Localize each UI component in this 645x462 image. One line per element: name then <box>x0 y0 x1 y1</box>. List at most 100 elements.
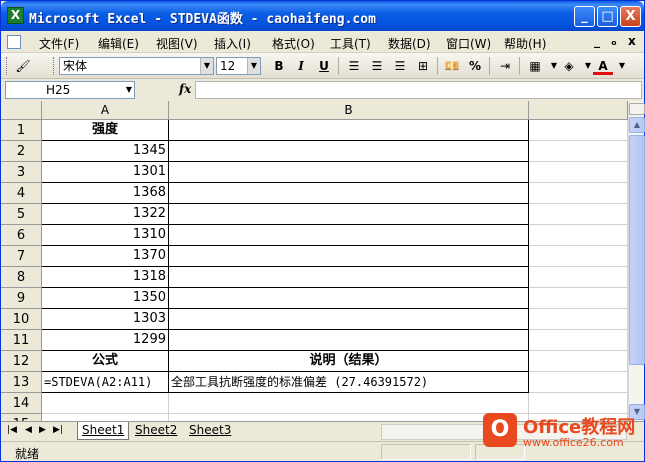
cell-b3[interactable] <box>169 162 529 183</box>
cell-c12[interactable] <box>529 351 628 372</box>
doc-restore-button[interactable]: ₒ <box>611 34 617 48</box>
row-header[interactable]: 10 <box>1 309 42 330</box>
row-header[interactable]: 2 <box>1 141 42 162</box>
menu-format[interactable]: 格式(O) <box>272 35 315 52</box>
cell-a5[interactable]: 1322 <box>42 204 169 225</box>
cell-c4[interactable] <box>529 183 628 204</box>
cell-a9[interactable]: 1350 <box>42 288 169 309</box>
row-header[interactable]: 9 <box>1 288 42 309</box>
cell-c8[interactable] <box>529 267 628 288</box>
cell-b7[interactable] <box>169 246 529 267</box>
cell-a1[interactable]: 强度 <box>42 120 169 141</box>
align-center-icon[interactable]: ☰ <box>367 57 387 75</box>
menu-file[interactable]: 文件(F) <box>39 35 79 52</box>
cell-b11[interactable] <box>169 330 529 351</box>
currency-icon[interactable]: 💴 <box>442 57 462 75</box>
maximize-button[interactable]: □ <box>597 6 618 27</box>
cell-b5[interactable] <box>169 204 529 225</box>
name-box[interactable]: H25 ▼ <box>5 81 135 99</box>
underline-button[interactable]: U <box>314 57 334 75</box>
column-header-c[interactable] <box>529 101 628 120</box>
menu-edit[interactable]: 编辑(E) <box>98 35 139 52</box>
row-header[interactable]: 6 <box>1 225 42 246</box>
formula-input[interactable] <box>195 81 642 99</box>
toolbar-grip[interactable] <box>6 57 9 75</box>
first-sheet-icon[interactable]: |◀ <box>7 425 17 435</box>
cell-a11[interactable]: 1299 <box>42 330 169 351</box>
font-color-button[interactable]: A <box>593 57 613 75</box>
column-header-a[interactable]: A <box>42 101 169 120</box>
workbook-icon[interactable] <box>7 35 21 49</box>
italic-button[interactable]: I <box>291 57 311 75</box>
cell-c13[interactable] <box>529 372 628 393</box>
cell-b14[interactable] <box>169 393 529 414</box>
row-header[interactable]: 12 <box>1 351 42 372</box>
menu-help[interactable]: 帮助(H) <box>504 35 546 52</box>
cell-c1[interactable] <box>529 120 628 141</box>
row-header[interactable]: 5 <box>1 204 42 225</box>
font-size-select[interactable]: 12 ▼ <box>216 57 261 75</box>
cell-b9[interactable] <box>169 288 529 309</box>
sheet-tab-sheet1[interactable]: Sheet1 <box>77 422 130 440</box>
menu-tools[interactable]: 工具(T) <box>330 35 371 52</box>
worksheet-grid[interactable]: A B 1 强度 2 1345 3 1301 4 1368 5 1322 6 1310 7 1370 8 13… <box>1 101 628 421</box>
sheet-tab-sheet3[interactable]: Sheet3 <box>185 422 235 440</box>
cell-a4[interactable]: 1368 <box>42 183 169 204</box>
column-header-b[interactable]: B <box>169 101 529 120</box>
percent-button[interactable]: % <box>465 57 485 75</box>
scroll-up-icon[interactable]: ▲ <box>629 117 645 133</box>
cell-a10[interactable]: 1303 <box>42 309 169 330</box>
cell-a13[interactable]: =STDEVA(A2:A11) <box>42 372 169 393</box>
scroll-thumb[interactable] <box>629 135 645 365</box>
indent-icon[interactable]: ⇥ <box>495 57 515 75</box>
row-header[interactable]: 15 <box>1 414 42 421</box>
row-header[interactable]: 3 <box>1 162 42 183</box>
split-box[interactable] <box>629 103 645 115</box>
cell-a12[interactable]: 公式 <box>42 351 169 372</box>
cell-a14[interactable] <box>42 393 169 414</box>
chevron-down-icon[interactable]: ▼ <box>200 58 213 74</box>
bold-button[interactable]: B <box>269 57 289 75</box>
cell-c3[interactable] <box>529 162 628 183</box>
cell-c11[interactable] <box>529 330 628 351</box>
cell-b2[interactable] <box>169 141 529 162</box>
merge-center-icon[interactable]: ⊞ <box>413 57 433 75</box>
prev-sheet-icon[interactable]: ◀ <box>25 425 32 435</box>
cell-c2[interactable] <box>529 141 628 162</box>
vertical-scrollbar[interactable]: ▲ ▼ <box>628 101 645 421</box>
cell-a3[interactable]: 1301 <box>42 162 169 183</box>
menu-insert[interactable]: 插入(I) <box>214 35 251 52</box>
doc-close-button[interactable]: x <box>628 34 636 48</box>
font-name-select[interactable]: 宋体 ▼ <box>59 57 214 75</box>
last-sheet-icon[interactable]: ▶| <box>53 425 63 435</box>
cell-c6[interactable] <box>529 225 628 246</box>
next-sheet-icon[interactable]: ▶ <box>39 425 46 435</box>
insert-function-icon[interactable]: fx <box>179 82 191 96</box>
cell-b13[interactable]: 全部工具抗断强度的标准偏差 (27.46391572) <box>169 372 529 393</box>
row-header[interactable]: 7 <box>1 246 42 267</box>
cell-a6[interactable]: 1310 <box>42 225 169 246</box>
cell-b15[interactable] <box>169 414 529 421</box>
borders-icon[interactable]: ▦ <box>525 57 545 75</box>
row-header[interactable]: 4 <box>1 183 42 204</box>
cell-a2[interactable]: 1345 <box>42 141 169 162</box>
cell-b6[interactable] <box>169 225 529 246</box>
align-right-icon[interactable]: ☰ <box>390 57 410 75</box>
select-all-button[interactable] <box>1 101 42 120</box>
doc-minimize-button[interactable]: _ <box>594 34 600 48</box>
chevron-down-icon[interactable]: ▼ <box>126 82 132 98</box>
cell-c9[interactable] <box>529 288 628 309</box>
chevron-down-icon[interactable]: ▼ <box>247 58 260 74</box>
cell-a15[interactable] <box>42 414 169 421</box>
chevron-down-icon[interactable]: ▼ <box>612 57 632 75</box>
cell-b12[interactable]: 说明（结果） <box>169 351 529 372</box>
toolbar-grip[interactable] <box>53 57 56 75</box>
align-left-icon[interactable]: ☰ <box>344 57 364 75</box>
row-header[interactable]: 13 <box>1 372 42 393</box>
row-header[interactable]: 14 <box>1 393 42 414</box>
cell-b8[interactable] <box>169 267 529 288</box>
row-header[interactable]: 1 <box>1 120 42 141</box>
row-header[interactable]: 8 <box>1 267 42 288</box>
sheet-tab-sheet2[interactable]: Sheet2 <box>131 422 181 440</box>
cell-b4[interactable] <box>169 183 529 204</box>
